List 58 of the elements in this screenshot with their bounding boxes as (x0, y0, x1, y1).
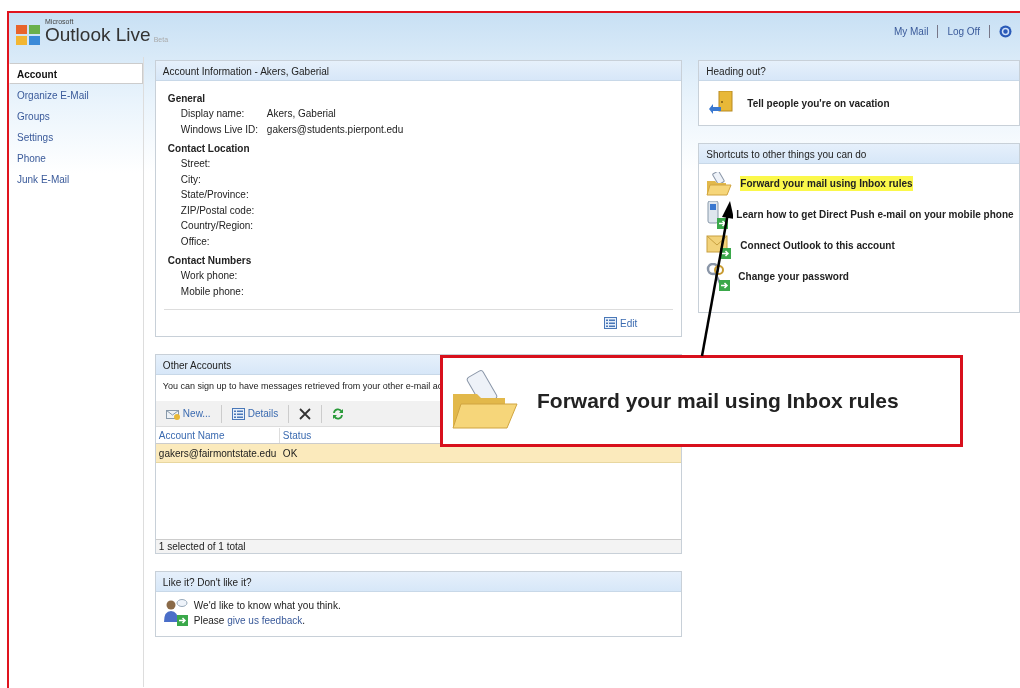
details-button[interactable]: Details (227, 402, 283, 425)
section-heading: Contact Numbers (167, 254, 253, 268)
table-row[interactable]: gakers@fairmontstate.edu OK (155, 444, 682, 463)
shortcut-link[interactable]: Learn how to get Direct Push e-mail on your mobile phone (736, 207, 1014, 222)
envelope-icon (706, 232, 733, 259)
new-button[interactable]: New... (161, 402, 215, 425)
refresh-icon (332, 407, 345, 420)
field-label: Country/Region: (180, 219, 255, 233)
table-cell-text: OK (281, 446, 298, 461)
list-icon (231, 407, 245, 420)
field-label: Street: (180, 157, 212, 171)
section-heading: General (167, 92, 207, 106)
field-label: Office: (180, 234, 211, 249)
field-value: gakers@students.pierpont.edu (266, 122, 404, 137)
sidebar-item[interactable]: Account (9, 63, 143, 84)
field-label: ZIP/Postal code: (180, 203, 256, 218)
logo-text: Outlook Live (45, 24, 151, 45)
field-label: Display name: (180, 107, 246, 121)
shortcut-link[interactable]: Connect Outlook to this account (740, 238, 895, 253)
help-icon[interactable] (999, 25, 1012, 38)
column-header[interactable]: Status (279, 427, 312, 443)
field-label: Mobile phone: (180, 284, 245, 299)
field-label: Windows Live ID: (180, 122, 260, 137)
section-heading: Contact Location (167, 142, 251, 156)
person-icon (163, 598, 188, 626)
close-icon (299, 407, 312, 420)
selection-count: 1 selected of 1 total (155, 539, 682, 553)
field-value: Akers, Gaberial (266, 107, 336, 121)
envelope-icon (165, 407, 180, 420)
list-icon (604, 317, 618, 329)
shortcut-link[interactable]: Forward your mail using Inbox rules (740, 176, 913, 191)
field-label: State/Province: (180, 188, 250, 202)
shortcut-link[interactable]: Change your password (738, 269, 849, 284)
field-label: Work phone: (180, 269, 239, 283)
sidebar-item[interactable]: Junk E-Mail (9, 168, 143, 189)
phone-icon (706, 200, 729, 229)
sidebar-item[interactable]: Settings (9, 126, 143, 147)
key-icon (706, 262, 731, 291)
vacation-link[interactable]: Tell people you're on vacation (747, 95, 890, 111)
panel-title: Heading out? (699, 61, 1019, 81)
field-label: City: (180, 172, 202, 187)
feedback-text: Please give us feedback. (193, 614, 307, 628)
panel-title: Shortcuts to other things you can do (699, 144, 1019, 164)
sidebar-item[interactable]: Groups (9, 105, 143, 126)
panel-title: Like it? Don't like it? (155, 572, 682, 592)
door-icon (709, 91, 736, 115)
logo-icon (16, 25, 42, 45)
callout-text: Forward your mail using Inbox rules (537, 388, 899, 415)
column-header[interactable]: Account Name (155, 427, 280, 443)
sidebar-item[interactable]: Phone (9, 147, 143, 168)
header-link[interactable]: Log Off (947, 24, 980, 39)
folder-icon (706, 171, 733, 196)
sidebar-item[interactable]: Organize E-Mail (9, 84, 143, 105)
header-link[interactable]: My Mail (893, 24, 929, 39)
table-cell-text: gakers@fairmontstate.edu (157, 446, 278, 461)
edit-button[interactable]: Edit (600, 312, 642, 334)
feedback-text: We'd like to know what you think. (193, 599, 341, 613)
panel-title: Account Information - Akers, Gaberial (155, 61, 682, 81)
